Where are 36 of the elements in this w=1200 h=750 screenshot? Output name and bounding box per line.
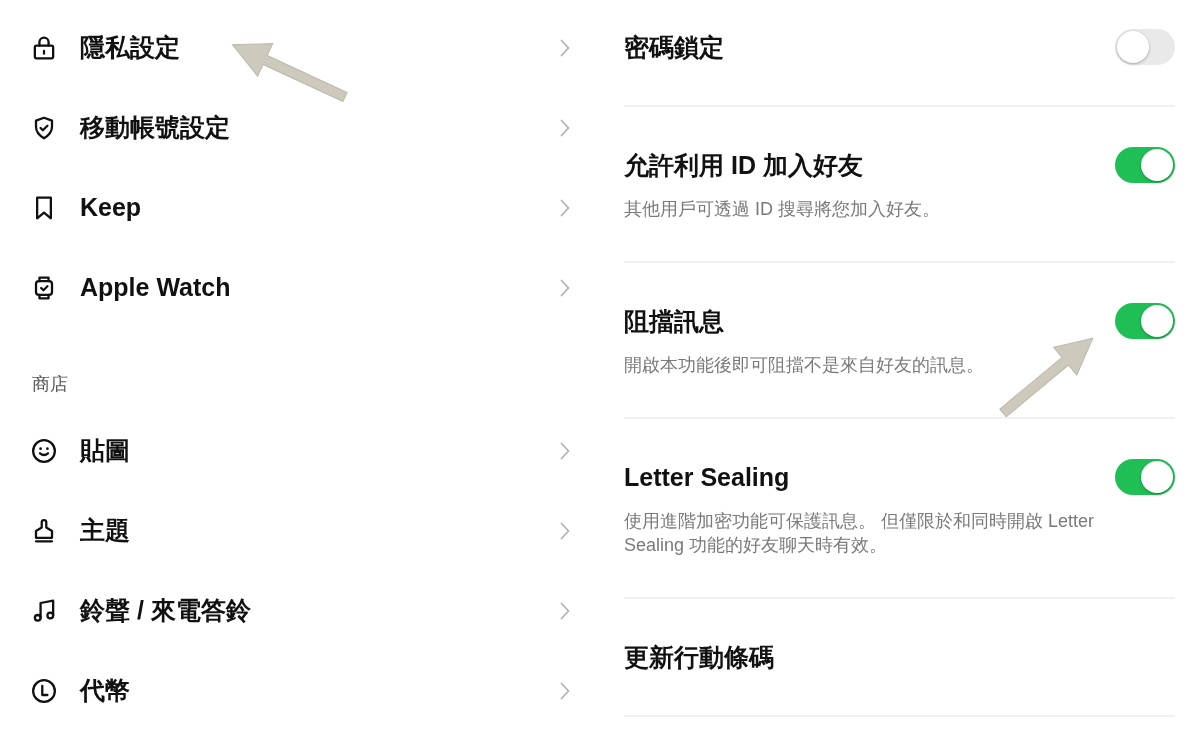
menu-item[interactable]: 隱私設定 <box>32 8 570 88</box>
music-note-icon <box>32 599 56 623</box>
chevron-icon <box>560 442 570 460</box>
chevron-icon <box>560 39 570 57</box>
circled-letter-icon <box>32 679 56 703</box>
smiley-icon <box>32 439 56 463</box>
toggle-switch[interactable] <box>1115 29 1175 65</box>
setting-title: 密碼鎖定 <box>624 32 724 63</box>
shield-check-icon <box>32 116 56 140</box>
stamp-icon <box>32 519 56 543</box>
setting-title: 阻擋訊息 <box>624 306 724 337</box>
setting-description: 其他用戶可透過 ID 搜尋將您加入好友。 <box>624 198 941 221</box>
menu-item[interactable]: 更新行動條碼 <box>624 639 774 675</box>
chevron-icon <box>560 682 570 700</box>
toggle-switch[interactable] <box>1115 147 1175 183</box>
lock-icon <box>32 36 56 60</box>
watch-icon <box>32 276 56 300</box>
setting-title: 允許利用 ID 加入好友 <box>624 150 863 181</box>
section-header: 商店 <box>32 373 68 396</box>
setting-description: 開啟本功能後即可阻擋不是來自好友的訊息。 <box>624 354 985 377</box>
toggle-switch[interactable] <box>1115 459 1175 495</box>
menu-item[interactable]: 主題 <box>32 491 570 571</box>
chevron-icon <box>560 522 570 540</box>
chevron-icon <box>560 199 570 217</box>
menu-item[interactable]: 貼圖 <box>32 411 570 491</box>
menu-item[interactable]: Keep <box>32 168 570 248</box>
chevron-icon <box>560 119 570 137</box>
setting-description: 使用進階加密功能可保護訊息。 但僅限於和同時開啟 Letter Sealing 功能的好友聊天時有效。 <box>624 510 1096 557</box>
chevron-icon <box>560 602 570 620</box>
menu-item[interactable]: 移動帳號設定 <box>32 88 570 168</box>
menu-item[interactable]: Apple Watch <box>32 248 570 328</box>
toggle-switch[interactable] <box>1115 303 1175 339</box>
menu-item[interactable]: 鈴聲 / 來電答鈴 <box>32 571 570 651</box>
setting-title: Letter Sealing <box>624 462 790 493</box>
menu-item[interactable]: 代幣 <box>32 651 570 731</box>
chevron-icon <box>560 279 570 297</box>
